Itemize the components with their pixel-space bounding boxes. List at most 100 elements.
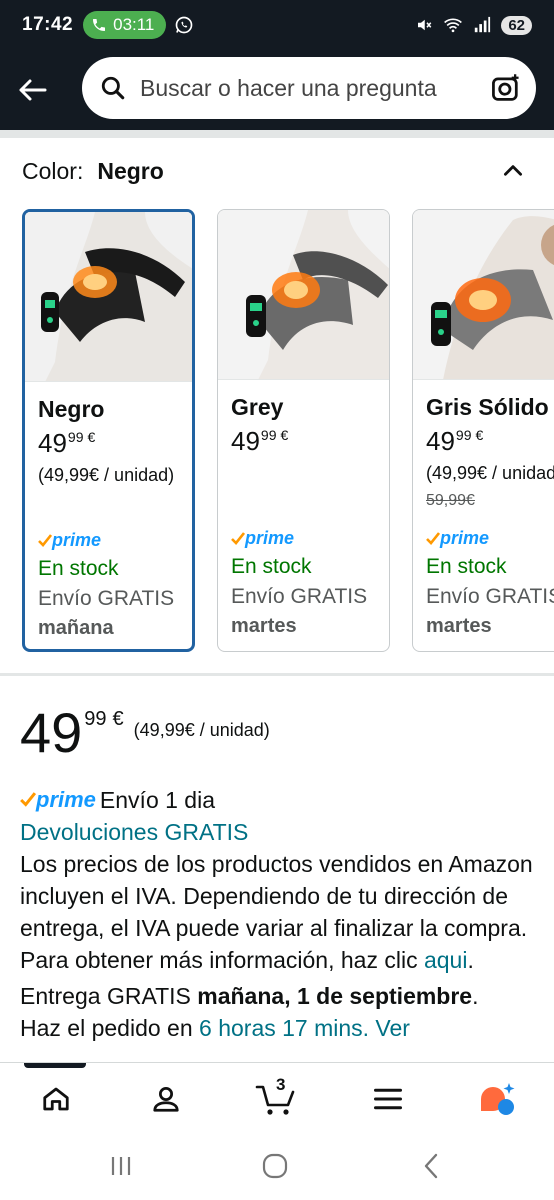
price-whole: 49 bbox=[38, 428, 67, 458]
camera-lens-icon[interactable] bbox=[490, 72, 522, 104]
tab-cart[interactable]: 3 bbox=[246, 1075, 306, 1121]
color-label: Color: bbox=[22, 158, 84, 184]
product-image-grey bbox=[218, 210, 389, 380]
color-option-grey[interactable]: Grey 49 99 € prime En stock Envío GRATIS… bbox=[217, 209, 390, 652]
delivery-date-line: Entrega GRATIS mañana, 1 de septiembre. bbox=[20, 980, 540, 1012]
rufus-icon bbox=[481, 1083, 515, 1115]
prime-shipping-line: prime Envío 1 dia bbox=[20, 784, 540, 816]
ship-day: martes bbox=[426, 615, 492, 637]
color-option-negro[interactable]: Negro 49 99 € (49,99€ / unidad) prime En… bbox=[22, 209, 195, 652]
status-bar: 17:42 03:11 62 bbox=[0, 0, 554, 50]
tab-home[interactable] bbox=[26, 1077, 86, 1121]
recents-icon bbox=[111, 1157, 131, 1175]
delivery-date: mañana, 1 de septiembre bbox=[197, 983, 473, 1009]
prime-badge: prime bbox=[38, 530, 188, 551]
delivery-prefix: Entrega GRATIS bbox=[20, 983, 191, 1009]
price-whole: 49 bbox=[426, 426, 455, 456]
price-currency: € bbox=[87, 429, 96, 445]
color-selector-header[interactable]: Color: Negro bbox=[22, 158, 532, 185]
free-returns-link[interactable]: Devoluciones GRATIS bbox=[20, 819, 248, 845]
old-price: 59,99€ bbox=[426, 492, 475, 509]
color-option-price: 49 99 € bbox=[426, 427, 554, 455]
tab-menu[interactable] bbox=[358, 1077, 418, 1121]
color-option-price: 49 99 € bbox=[38, 429, 188, 457]
phone-icon bbox=[93, 19, 106, 31]
color-option-name: Negro bbox=[38, 396, 105, 422]
back-nav-button[interactable] bbox=[406, 1148, 456, 1184]
price-currency: € bbox=[280, 427, 289, 443]
delivery-info: prime Envío 1 dia Devoluciones GRATIS Lo… bbox=[20, 784, 540, 1044]
call-indicator[interactable]: 03:11 bbox=[83, 11, 167, 39]
shipping-text: Envío GRATIS bbox=[426, 585, 554, 608]
stock-status: En stock bbox=[38, 557, 119, 580]
system-navigation-bar bbox=[0, 1132, 554, 1200]
section-divider bbox=[0, 673, 554, 676]
product-image-negro bbox=[25, 212, 192, 382]
color-options-carousel[interactable]: Negro 49 99 € (49,99€ / unidad) prime En… bbox=[22, 209, 554, 653]
price-whole: 49 bbox=[20, 701, 83, 764]
prime-badge: prime bbox=[426, 528, 554, 549]
price-fraction: 99 bbox=[67, 429, 84, 445]
order-cutoff-line: Haz el pedido en 6 horas 17 mins. Ver bbox=[20, 1012, 540, 1044]
color-option-gris-solido[interactable]: Gris Sólido 49 99 € (49,99€ / unidad) 59… bbox=[412, 209, 554, 652]
menu-icon bbox=[374, 1088, 402, 1110]
price-fraction: 99 bbox=[260, 427, 277, 443]
order-prefix: Haz el pedido en bbox=[20, 1015, 193, 1041]
back-chevron-icon bbox=[424, 1153, 438, 1179]
cart-count: 3 bbox=[276, 1075, 286, 1094]
whatsapp-icon bbox=[176, 16, 193, 34]
prime-check-icon bbox=[426, 531, 440, 545]
vat-notice: Los precios de los productos vendidos en… bbox=[20, 848, 540, 976]
call-timer: 03:11 bbox=[113, 15, 155, 34]
search-header: Buscar o hacer una pregunta bbox=[0, 50, 554, 130]
mute-icon bbox=[418, 19, 432, 31]
status-time: 17:42 bbox=[22, 14, 74, 35]
shipping-text: Envío GRATIS bbox=[231, 585, 368, 608]
prime-badge: prime bbox=[231, 528, 385, 549]
order-time-link[interactable]: 6 horas 17 mins. Ver bbox=[199, 1015, 410, 1041]
signal-icon bbox=[475, 16, 491, 33]
tab-rufus[interactable] bbox=[468, 1077, 528, 1121]
color-option-name: Gris Sólido bbox=[426, 394, 549, 420]
prime-check-icon bbox=[231, 531, 245, 545]
shipping-text: Envío GRATIS bbox=[38, 587, 175, 610]
unit-price: (49,99€ / unidad) bbox=[133, 720, 270, 740]
color-option-name: Grey bbox=[231, 394, 284, 420]
prime-check-icon bbox=[38, 533, 52, 547]
product-image-gris-solido bbox=[413, 210, 554, 380]
price-fraction: 99 bbox=[84, 708, 107, 730]
prime-label: prime bbox=[245, 528, 295, 548]
wifi-icon bbox=[444, 18, 463, 33]
stock-status: En stock bbox=[231, 555, 312, 578]
home-nav-button[interactable] bbox=[250, 1148, 300, 1184]
prime-label: prime bbox=[52, 530, 102, 550]
prime-shipping-text: Envío 1 dia bbox=[99, 787, 216, 813]
active-tab-indicator bbox=[24, 1063, 86, 1068]
search-placeholder: Buscar o hacer una pregunta bbox=[140, 74, 437, 101]
unit-price: (49,99€ / unidad) bbox=[426, 463, 554, 483]
search-input[interactable]: Buscar o hacer una pregunta bbox=[82, 57, 536, 119]
price-whole: 49 bbox=[231, 426, 260, 456]
price-currency: € bbox=[475, 427, 484, 443]
price-currency: € bbox=[112, 708, 124, 730]
header-divider bbox=[0, 130, 554, 138]
ship-day: mañana bbox=[38, 617, 114, 639]
vat-end: . bbox=[467, 947, 474, 973]
prime-badge: prime bbox=[20, 784, 96, 816]
account-icon bbox=[153, 1087, 179, 1112]
chevron-up-icon[interactable] bbox=[500, 158, 526, 184]
recents-button[interactable] bbox=[96, 1148, 146, 1184]
prime-label: prime bbox=[36, 787, 96, 812]
home-circle-icon bbox=[262, 1153, 288, 1179]
color-option-price: 49 99 € bbox=[231, 427, 385, 455]
stock-status: En stock bbox=[426, 555, 507, 578]
prime-label: prime bbox=[440, 528, 490, 548]
ship-day: martes bbox=[231, 615, 297, 637]
bottom-tab-bar: 3 bbox=[0, 1062, 554, 1132]
back-button[interactable] bbox=[0, 60, 64, 120]
vat-info-link[interactable]: aqui bbox=[424, 947, 467, 973]
buybox-price: 49 99 € (49,99€ / unidad) bbox=[20, 704, 270, 762]
tab-account[interactable] bbox=[136, 1077, 196, 1121]
product-content: Color: Negro Negro 49 99 € (49,99€ / uni… bbox=[0, 138, 554, 1062]
price-fraction: 99 bbox=[455, 427, 472, 443]
